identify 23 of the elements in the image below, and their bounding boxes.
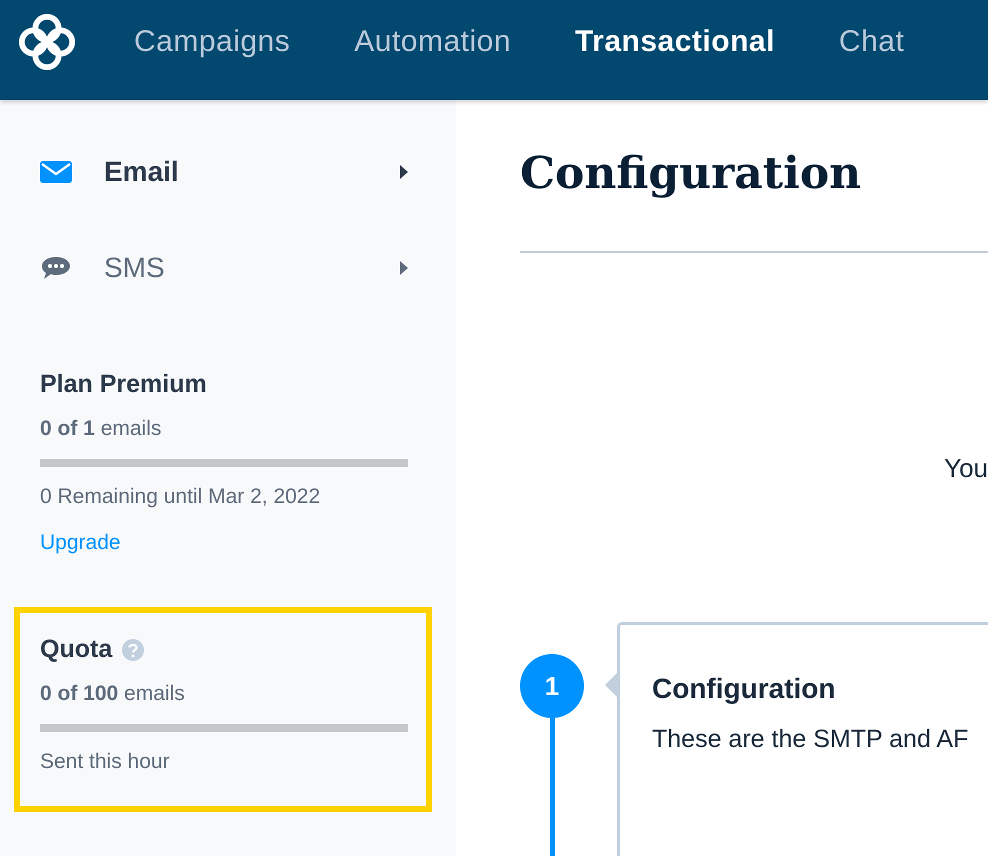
usage-text: 0 of 1 emails [40, 417, 162, 441]
intro-text: You [944, 453, 988, 483]
caret-icon [400, 261, 408, 275]
caret-icon [400, 165, 408, 179]
step-number: 1 [520, 654, 584, 718]
nav-tab[interactable]: Chat [838, 25, 904, 59]
card-text: These are the SMTP and AF [652, 725, 970, 754]
nav-tab[interactable]: Campaigns [134, 25, 290, 59]
sidebar-item[interactable]: Email [40, 124, 408, 220]
sent-text: Sent this hour [40, 750, 171, 774]
quota-title: Quota [40, 635, 112, 664]
nav-tab[interactable]: Transactional [575, 25, 775, 59]
card-title: Configuration [652, 673, 837, 705]
remaining-text: 0 Remaining until Mar 2, 2022 [40, 485, 322, 509]
speech-bubble-icon [40, 256, 72, 280]
upgrade-link[interactable]: Upgrade [40, 531, 121, 555]
sidebar-item[interactable]: SMS [40, 220, 408, 316]
page-title: Configuration [520, 148, 862, 199]
usage-text: 0 of 100 emails [40, 682, 186, 706]
nav-tab[interactable]: Automation [354, 25, 512, 59]
envelope-icon [40, 161, 72, 183]
plan-title: Plan Premium [40, 370, 208, 399]
logo-icon[interactable] [16, 11, 78, 73]
